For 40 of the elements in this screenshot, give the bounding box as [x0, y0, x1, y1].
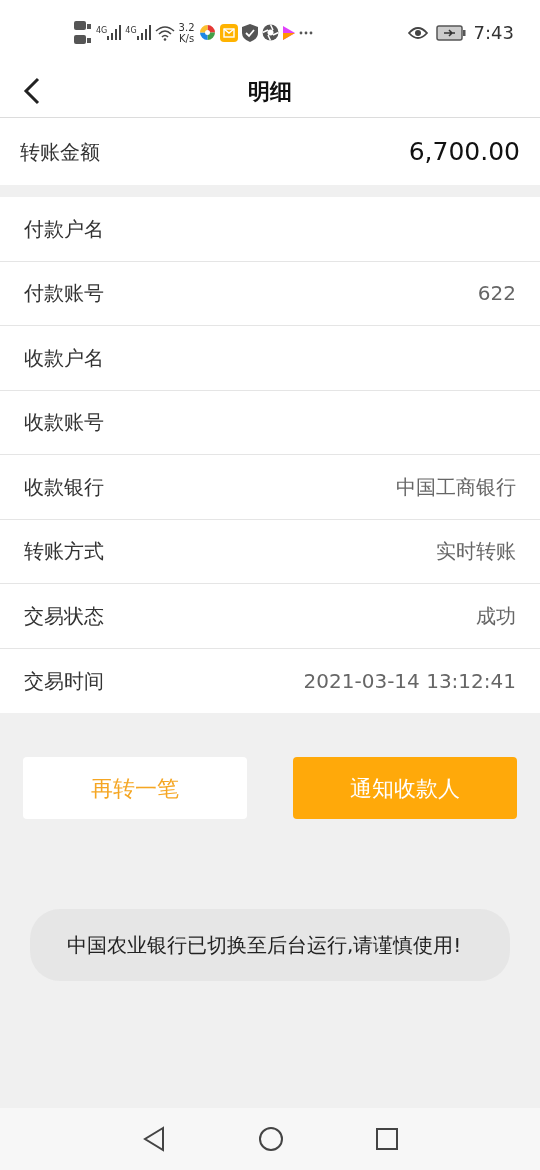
detail-label: 付款户名 — [24, 215, 104, 243]
detail-value: 622 — [477, 280, 516, 308]
hd-icon — [74, 19, 92, 46]
detail-label: 交易时间 — [24, 667, 104, 695]
clock-time: 7:43 — [473, 21, 514, 45]
amount-label: 转账金额 — [20, 138, 100, 166]
detail-label: 收款银行 — [24, 473, 104, 501]
detail-label: 付款账号 — [24, 280, 104, 308]
play-icon — [282, 25, 295, 40]
app-logo-icon — [198, 24, 216, 41]
wifi-icon — [154, 24, 175, 41]
eye-icon — [407, 25, 428, 40]
network-speed-text: 3.2 — [178, 21, 195, 33]
network-type-label: 4G — [96, 26, 108, 35]
recents-square-icon[interactable] — [376, 1128, 398, 1150]
signal-icon — [107, 24, 122, 41]
detail-label: 转账方式 — [24, 538, 104, 566]
home-circle-icon[interactable] — [258, 1126, 284, 1152]
network-speed-text: K/s — [178, 32, 195, 44]
back-icon[interactable] — [22, 77, 42, 105]
signal-icon — [136, 24, 151, 41]
mail-icon — [219, 23, 238, 42]
detail-value: 2021-03-14 13:12:41 — [303, 667, 516, 695]
detail-value: 中国工商银行 — [396, 473, 516, 501]
more-icon — [298, 30, 313, 35]
detail-value: 成功 — [476, 602, 516, 630]
detail-label: 收款户名 — [24, 344, 104, 372]
battery-icon — [435, 24, 466, 41]
aperture-icon — [261, 24, 279, 41]
detail-label: 交易状态 — [24, 602, 104, 630]
network-type-label: 4G — [125, 26, 137, 35]
page-title: 明细 — [248, 77, 292, 106]
detail-value: 实时转账 — [436, 538, 516, 566]
transfer-again-button[interactable]: 再转一笔 — [23, 757, 247, 819]
notify-button[interactable]: 通知收款人 — [293, 757, 517, 819]
shield-icon — [241, 23, 258, 42]
toast-message: 中国农业银行已切换至后台运行,请谨慎使用! — [30, 909, 510, 981]
back-triangle-icon[interactable] — [142, 1126, 166, 1152]
amount-value: 6,700.00 — [408, 135, 520, 168]
detail-label: 收款账号 — [24, 409, 104, 437]
